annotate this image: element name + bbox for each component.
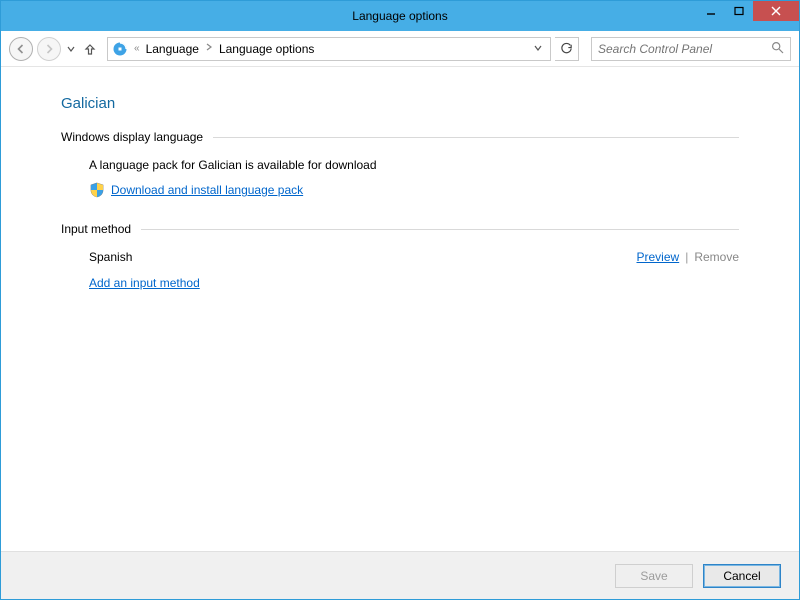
refresh-button[interactable] [555,37,579,61]
navbar: « Language Language options [1,31,799,67]
history-dropdown[interactable] [65,45,77,53]
section-input-method: Input method Spanish Preview | Remove Ad… [61,222,739,290]
minimize-button[interactable] [697,1,725,21]
breadcrumb-sep-icon: « [132,43,142,54]
back-button[interactable] [9,37,33,61]
save-button: Save [615,564,693,588]
breadcrumb-language-options[interactable]: Language options [219,42,314,56]
input-method-name: Spanish [89,250,132,264]
divider [213,137,739,138]
forward-button[interactable] [37,37,61,61]
add-input-method-link[interactable]: Add an input method [89,276,200,290]
search-box[interactable] [591,37,791,61]
download-language-pack-link[interactable]: Download and install language pack [111,183,303,197]
uac-shield-icon [89,182,105,198]
breadcrumb[interactable]: « Language Language options [107,37,551,61]
section-header-input-label: Input method [61,222,131,236]
search-input[interactable] [598,42,784,56]
section-header-display-label: Windows display language [61,130,203,144]
content-area: Galician Windows display language A lang… [1,67,799,551]
preview-link[interactable]: Preview [637,250,680,264]
breadcrumb-language[interactable]: Language [146,42,199,56]
close-button[interactable] [753,1,799,21]
up-button[interactable] [81,42,99,56]
cancel-button[interactable]: Cancel [703,564,781,588]
window-controls [697,1,799,31]
input-method-row: Spanish Preview | Remove [89,250,739,264]
display-language-status: A language pack for Galician is availabl… [89,158,739,172]
separator: | [685,250,688,264]
control-panel-icon [112,41,128,57]
titlebar: Language options [1,1,799,31]
section-header-display: Windows display language [61,130,739,144]
maximize-button[interactable] [725,1,753,21]
section-display-language: Windows display language A language pack… [61,130,739,198]
divider [141,229,739,230]
window-title: Language options [1,9,799,23]
section-header-input: Input method [61,222,739,236]
search-icon [771,41,784,57]
breadcrumb-dropdown[interactable] [530,42,546,56]
window: Language options [0,0,800,600]
page-title: Galician [61,95,739,112]
footer: Save Cancel [1,551,799,599]
chevron-right-icon [203,43,215,54]
remove-link: Remove [694,250,739,264]
